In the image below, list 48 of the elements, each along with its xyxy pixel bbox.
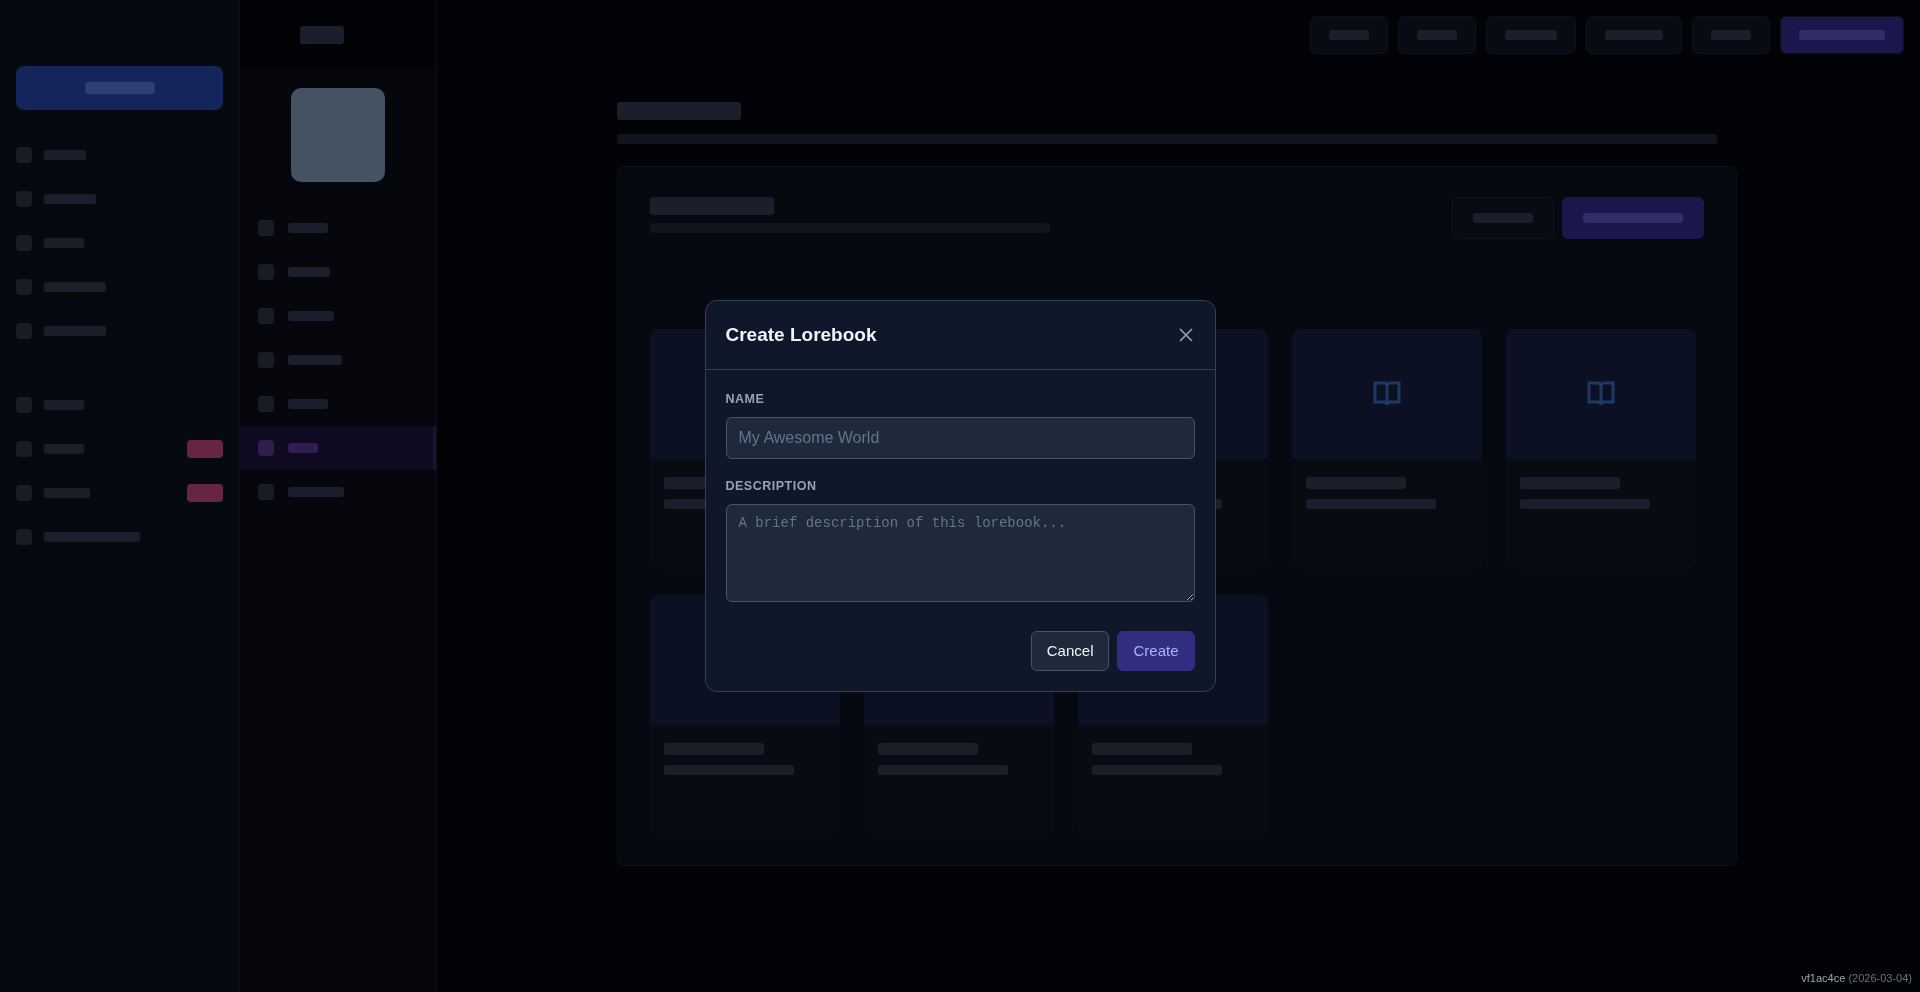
blurred-label: [44, 400, 84, 410]
toolbar-button[interactable]: [1486, 16, 1576, 54]
field-label: DESCRIPTION: [725, 478, 818, 495]
blurred-label: [44, 282, 106, 292]
toolbar-button[interactable]: [1310, 16, 1388, 54]
dialog-title: Create Lorebook: [725, 322, 877, 347]
import-button[interactable]: [1452, 197, 1554, 239]
blurred-label: [288, 487, 344, 497]
blurred-label: [288, 399, 328, 409]
blurred-label: [288, 355, 342, 365]
blurred-label: [288, 267, 330, 277]
close-button[interactable]: [1176, 326, 1195, 344]
blurred-icon: [258, 484, 274, 500]
toolbar-button[interactable]: [1692, 16, 1770, 54]
version-hash: vf1ac4ce: [1801, 971, 1846, 984]
blurred-icon: [258, 264, 274, 280]
create-button[interactable]: Create: [1117, 630, 1195, 672]
blurred-icon: [258, 352, 274, 368]
toolbar-button[interactable]: [1586, 16, 1682, 54]
blurred-label: [288, 311, 334, 321]
name-field[interactable]: My Awesome World: [725, 417, 1195, 459]
blurred-label: [288, 443, 318, 453]
blurred-label: [44, 194, 96, 204]
version-date: (2026-03-04): [1848, 971, 1912, 984]
blurred-label: [300, 26, 344, 44]
blurred-label: [288, 223, 328, 233]
toolbar-button[interactable]: [1780, 16, 1904, 54]
new-badge: [187, 484, 223, 502]
field-label: NAME: [725, 391, 766, 409]
character-nav-item[interactable]: [240, 426, 436, 470]
toolbar-button[interactable]: [1398, 16, 1476, 54]
blurred-label: [44, 150, 86, 160]
blurred-label: [44, 444, 84, 454]
create-button[interactable]: [16, 66, 223, 110]
description-field[interactable]: A brief description of this lorebook...: [725, 503, 1195, 602]
blurred-icon: [258, 308, 274, 324]
create-new-button[interactable]: [1562, 197, 1704, 239]
blurred-label: [44, 326, 106, 336]
blurred-label: [44, 238, 84, 248]
cancel-button[interactable]: Cancel: [1030, 630, 1110, 672]
blurred-icon: [258, 396, 274, 412]
blurred-icon: [258, 440, 274, 456]
new-badge: [187, 440, 223, 458]
blurred-icon: [258, 220, 274, 236]
book-icon: [1372, 381, 1402, 407]
blurred-label: [44, 488, 90, 498]
book-icon: [1586, 381, 1616, 407]
blurred-label: [84, 82, 155, 94]
